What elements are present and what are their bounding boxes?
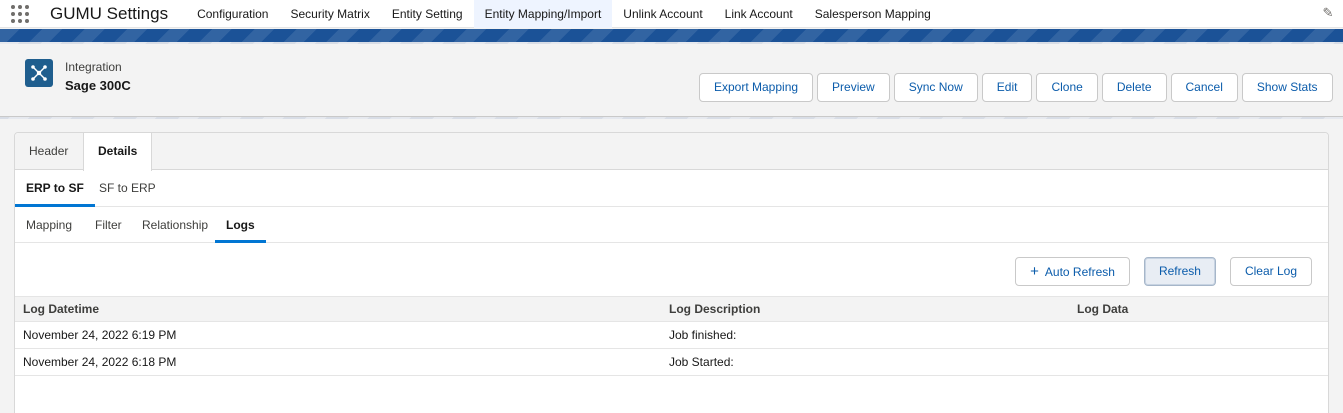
nav-items: Configuration Security Matrix Entity Set… [186, 0, 942, 28]
tab-details[interactable]: Details [83, 133, 153, 171]
nav-item-entity-mapping-import[interactable]: Entity Mapping/Import [473, 0, 613, 28]
table-row: November 24, 2022 6:19 PM Job finished: [15, 321, 1328, 349]
column-header-log-data[interactable]: Log Data [1069, 296, 1328, 322]
log-actions: + Auto Refresh Refresh Clear Log [1015, 257, 1312, 286]
tab-header[interactable]: Header [15, 133, 82, 170]
auto-refresh-button[interactable]: + Auto Refresh [1015, 257, 1130, 286]
sub-tabs: Mapping Filter Relationship Logs [15, 207, 1328, 243]
nav-item-unlink-account[interactable]: Unlink Account [612, 0, 713, 28]
record-actions: Export Mapping Preview Sync Now Edit Clo… [699, 73, 1333, 102]
app-launcher-icon[interactable] [10, 4, 30, 24]
log-data-cell [1069, 348, 1328, 376]
log-datetime-cell: November 24, 2022 6:18 PM [15, 348, 661, 376]
plus-icon: + [1030, 263, 1039, 280]
integration-icon [25, 59, 53, 87]
preview-button[interactable]: Preview [817, 73, 890, 102]
nav-item-salesperson-mapping[interactable]: Salesperson Mapping [804, 0, 942, 28]
clear-log-button[interactable]: Clear Log [1229, 257, 1312, 286]
log-table: Log Datetime Log Description Log Data No… [15, 296, 1328, 376]
cancel-button[interactable]: Cancel [1170, 73, 1238, 102]
record-type-label: Integration [65, 60, 122, 74]
tab-erp-to-sf[interactable]: ERP to SF [15, 170, 95, 207]
log-description-cell: Job finished: [661, 321, 1069, 349]
refresh-button[interactable]: Refresh [1143, 257, 1216, 286]
primary-tabs: Header Details [15, 133, 1328, 171]
nav-item-security-matrix[interactable]: Security Matrix [279, 0, 380, 28]
clone-button[interactable]: Clone [1036, 73, 1098, 102]
tab-sf-to-erp[interactable]: SF to ERP [88, 170, 167, 207]
table-header-row: Log Datetime Log Description Log Data [15, 296, 1328, 322]
export-mapping-button[interactable]: Export Mapping [699, 73, 814, 102]
column-header-log-datetime[interactable]: Log Datetime [15, 296, 661, 322]
edit-button[interactable]: Edit [981, 73, 1033, 102]
tab-filter[interactable]: Filter [84, 207, 133, 243]
app-name: GUMU Settings [50, 3, 169, 23]
show-stats-button[interactable]: Show Stats [1241, 73, 1333, 102]
details-card: Header Details ERP to SF SF to ERP Mappi… [14, 132, 1329, 413]
tab-relationship[interactable]: Relationship [131, 207, 219, 243]
edit-nav-pencil-icon[interactable]: ✎ [1321, 6, 1335, 20]
nav-item-link-account[interactable]: Link Account [714, 0, 804, 28]
top-nav-bar: GUMU Settings Configuration Security Mat… [0, 0, 1343, 28]
column-header-log-description[interactable]: Log Description [661, 296, 1069, 322]
tab-mapping[interactable]: Mapping [15, 207, 83, 243]
sync-now-button[interactable]: Sync Now [893, 73, 978, 102]
log-data-cell [1069, 321, 1328, 349]
record-title: Sage 300C [65, 78, 131, 93]
auto-refresh-label: Auto Refresh [1044, 265, 1115, 279]
tab-logs[interactable]: Logs [215, 207, 266, 243]
nav-item-configuration[interactable]: Configuration [186, 0, 279, 28]
record-header: Integration Sage 300C Export Mapping Pre… [0, 44, 1343, 117]
delete-button[interactable]: Delete [1101, 73, 1167, 102]
log-datetime-cell: November 24, 2022 6:19 PM [15, 321, 661, 349]
direction-tabs: ERP to SF SF to ERP [15, 170, 1328, 207]
table-row: November 24, 2022 6:18 PM Job Started: [15, 348, 1328, 376]
nav-item-entity-setting[interactable]: Entity Setting [381, 0, 474, 28]
log-description-cell: Job Started: [661, 348, 1069, 376]
